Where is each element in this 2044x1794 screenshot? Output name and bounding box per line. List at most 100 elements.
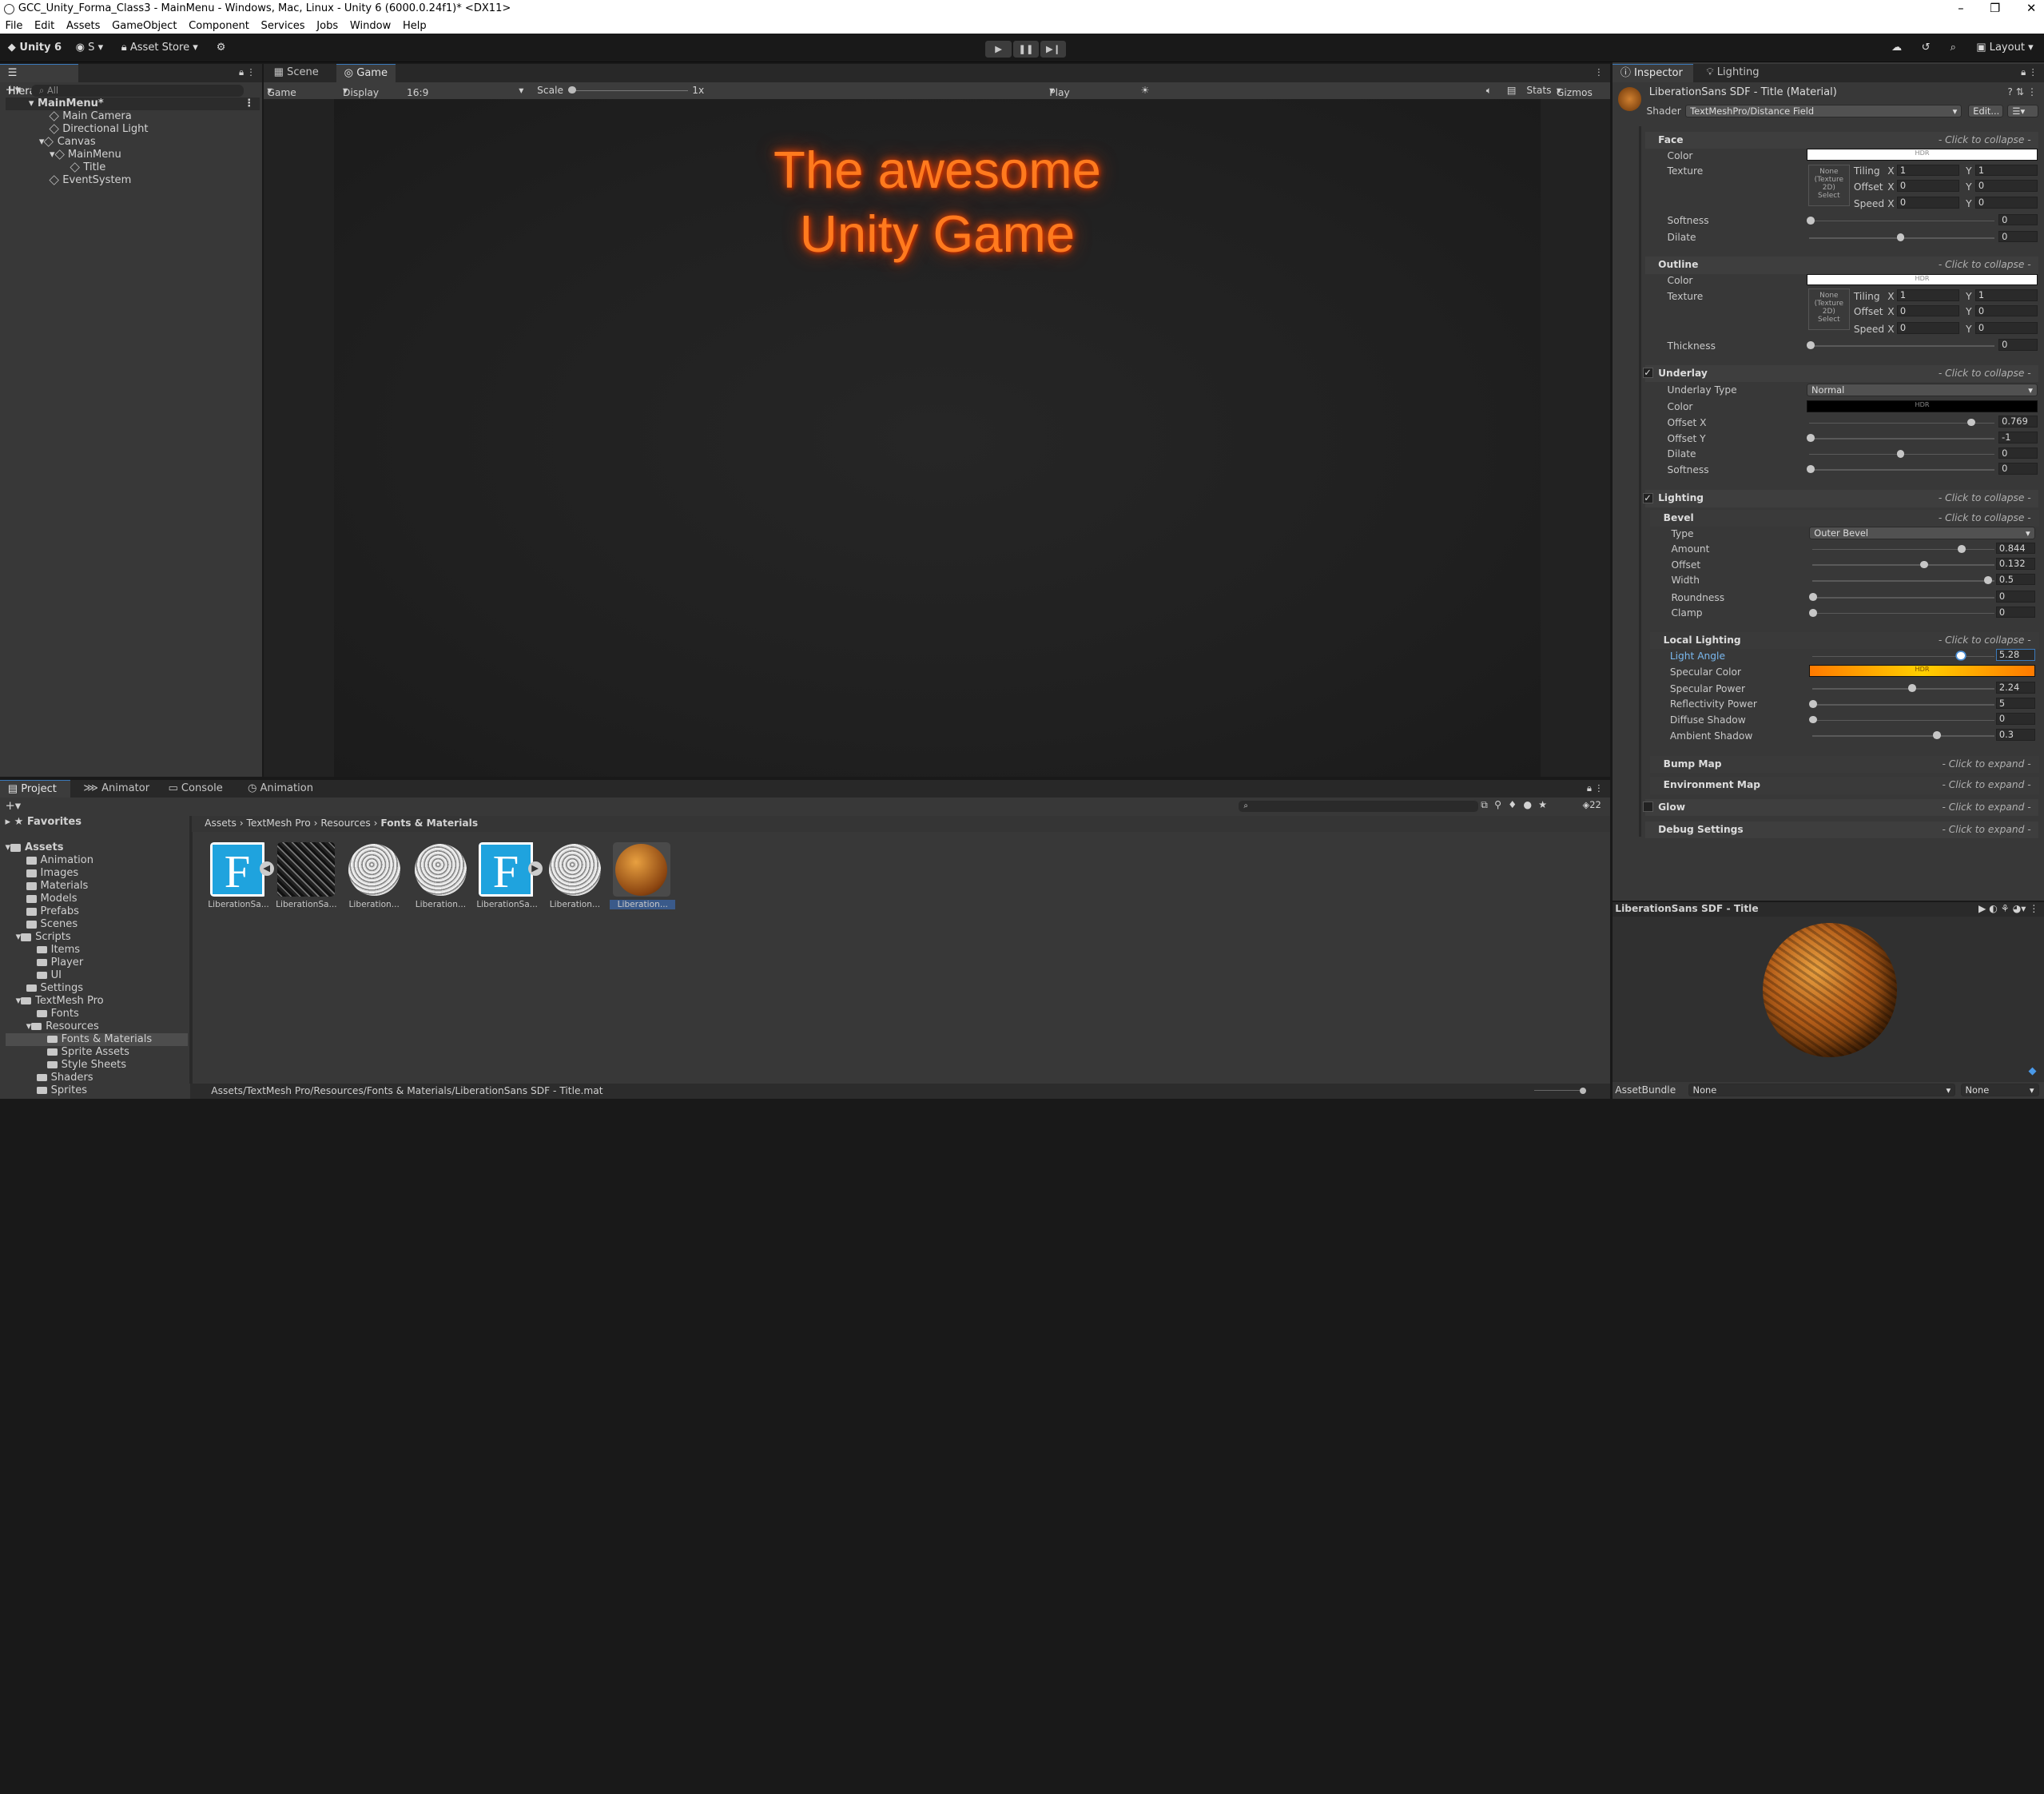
diffuse-shadow-slider[interactable] (1809, 715, 1995, 724)
expand-subasset-icon[interactable]: ▶ (527, 861, 543, 877)
underlay-offset-y-field[interactable]: -1 (1998, 431, 2038, 444)
bump-map-subheader[interactable]: Bump Map - Click to expand - (1650, 756, 2039, 774)
outline-offset-y-field[interactable]: 0 (1974, 304, 2038, 317)
help-settings-icons[interactable]: ? ⇅ ⋮ (2007, 86, 2037, 97)
game-view-dropdown[interactable]: Game ▾ (267, 85, 296, 98)
slider-knob[interactable] (1809, 700, 1818, 708)
bevel-width-slider[interactable] (1811, 576, 1995, 584)
mute-audio-icon[interactable]: 🔈︎ (1486, 85, 1492, 97)
sun-icon[interactable]: ☀ (1140, 85, 1149, 96)
assetbundle-dropdown[interactable]: None ▾ (1688, 1083, 1956, 1096)
underlay-offset-y-slider[interactable] (1807, 434, 1995, 443)
face-tiling-x-field[interactable]: 1 (1896, 164, 1959, 177)
bevel-subheader[interactable]: Bevel - Click to collapse - (1650, 509, 2039, 527)
lock-icon[interactable]: 🔒︎ (239, 66, 244, 78)
project-search-input[interactable]: ⌕ (1238, 800, 1478, 813)
menu-help[interactable]: Help (403, 18, 427, 34)
face-softness-field[interactable]: 0 (1998, 213, 2038, 226)
underlay-color-field[interactable]: HDR (1807, 400, 2038, 412)
menu-services[interactable]: Services (261, 18, 305, 34)
shader-dropdown[interactable]: TextMeshPro/Distance Field ▾ (1685, 104, 1962, 117)
stats-toggle-icon[interactable]: ▤ (1507, 85, 1517, 96)
folder-ui[interactable]: UI (6, 969, 188, 982)
folder-models[interactable]: Models (6, 893, 188, 905)
maximize-button[interactable]: ❐ (1990, 0, 2000, 18)
underlay-offset-x-field[interactable]: 0.769 (1998, 416, 2038, 428)
tree-item-title[interactable]: Title (6, 161, 260, 174)
outline-color-field[interactable]: HDR (1807, 273, 2038, 286)
tab-hierarchy[interactable]: ☰ Hierarchy (0, 63, 78, 97)
glow-enabled-checkbox[interactable] (1642, 802, 1653, 813)
bevel-roundness-field[interactable]: 0 (1995, 591, 2035, 603)
tree-item-eventsystem[interactable]: EventSystem (6, 174, 260, 187)
game-view[interactable]: The awesome Unity Game (333, 98, 1541, 778)
menu-window[interactable]: Window (350, 18, 391, 34)
slider-knob[interactable] (1809, 608, 1818, 617)
debug-settings-header[interactable]: Debug Settings - Click to expand - (1644, 821, 2039, 838)
slider-knob[interactable] (1983, 576, 1992, 584)
tab-project[interactable]: ▤ Project (0, 779, 71, 798)
face-section-header[interactable]: Face - Click to collapse - (1644, 131, 2039, 149)
label-tag-icon[interactable]: ◆ (2028, 1065, 2036, 1077)
face-dilate-slider[interactable] (1809, 233, 1995, 241)
specular-power-field[interactable]: 2.24 (1995, 682, 2035, 694)
lighting-section-header[interactable]: Lighting - Click to collapse - (1644, 490, 2039, 507)
folder-style-sheets[interactable]: Style Sheets (6, 1059, 188, 1072)
light-angle-slider[interactable] (1811, 651, 1995, 660)
more-menu-icon[interactable]: ⋮ (1594, 782, 1603, 794)
bevel-type-dropdown[interactable]: Outer Bevel ▾ (1809, 527, 2035, 540)
folder-scripts[interactable]: ▾ Scripts (6, 931, 188, 944)
folder-prefabs[interactable]: Prefabs (6, 905, 188, 918)
project-filter-icons[interactable]: ⧉⚲♦●★ (1481, 799, 1553, 811)
diffuse-shadow-field[interactable]: 0 (1995, 713, 2035, 726)
underlay-dilate-slider[interactable] (1809, 449, 1995, 458)
tree-item-main-camera[interactable]: Main Camera (6, 110, 260, 123)
bevel-width-field[interactable]: 0.5 (1995, 573, 2035, 586)
slider-knob[interactable] (1966, 418, 1975, 427)
folder-fonts-materials[interactable]: Fonts & Materials (5, 1032, 188, 1046)
folder-resources[interactable]: ▾ Resources (6, 1020, 188, 1033)
play-mode-dropdown[interactable]: Play Focused ▾ (1049, 85, 1089, 109)
select-button[interactable]: Select (1818, 192, 1840, 200)
step-button[interactable]: ▶❙ (1040, 40, 1067, 58)
variant-dropdown[interactable]: None ▾ (1960, 1083, 2039, 1096)
select-button[interactable]: Select (1818, 316, 1840, 324)
slider-knob[interactable] (1896, 449, 1905, 458)
lighting-enabled-checkbox[interactable]: ✓ (1642, 492, 1653, 503)
reflectivity-power-slider[interactable] (1809, 700, 1995, 708)
specular-power-slider[interactable] (1811, 684, 1995, 693)
slider-knob[interactable] (1958, 544, 1966, 553)
breadcrumb-textmesh-pro[interactable]: TextMesh Pro (247, 817, 311, 829)
bevel-amount-slider[interactable] (1811, 544, 1995, 553)
bevel-amount-field[interactable]: 0.844 (1995, 542, 2035, 555)
asset-material-thumbnail[interactable] (412, 842, 470, 897)
face-offset-y-field[interactable]: 0 (1974, 180, 2038, 192)
search-icon[interactable]: ⌕ (1951, 42, 1956, 54)
project-add-button[interactable]: +▾ (6, 799, 22, 813)
tree-item-mainmenu-scene[interactable]: ▾ MainMenu* ⋮ (5, 97, 260, 111)
folder-textmesh-pro[interactable]: ▾ TextMesh Pro (6, 995, 188, 1008)
tree-item-directional-light[interactable]: Directional Light (6, 123, 260, 136)
folder-shaders[interactable]: Shaders (6, 1072, 188, 1084)
face-softness-slider[interactable] (1807, 216, 1995, 225)
folder-images[interactable]: Images (6, 867, 188, 880)
tab-inspector[interactable]: ⓘ Inspector (1613, 63, 1694, 82)
menu-assets[interactable]: Assets (66, 18, 100, 34)
face-color-field[interactable]: HDR (1807, 148, 2038, 161)
thumbnail-size-slider[interactable] (1534, 1089, 1587, 1092)
folder-materials[interactable]: Materials (6, 880, 188, 893)
scale-slider-knob[interactable] (568, 86, 577, 94)
lock-icon[interactable]: 🔒︎ (1587, 782, 1592, 794)
face-dilate-field[interactable]: 0 (1998, 230, 2038, 243)
folder-sprites[interactable]: Sprites (6, 1084, 188, 1097)
outline-thickness-field[interactable]: 0 (1998, 339, 2038, 351)
folder-scenes[interactable]: Scenes (6, 918, 188, 931)
more-menu-icon[interactable]: ⋮ (1594, 66, 1603, 78)
slider-knob[interactable] (1807, 434, 1815, 443)
underlay-dilate-field[interactable]: 0 (1998, 447, 2038, 459)
asset-font-thumbnail[interactable]: F (209, 841, 268, 897)
ambient-shadow-field[interactable]: 0.3 (1995, 728, 2035, 741)
more-menu-icon[interactable]: ⋮ (2028, 66, 2037, 78)
tab-lighting[interactable]: 💡︎ Lighting (1699, 64, 1768, 82)
glow-section-header[interactable]: Glow - Click to expand - (1644, 799, 2039, 817)
